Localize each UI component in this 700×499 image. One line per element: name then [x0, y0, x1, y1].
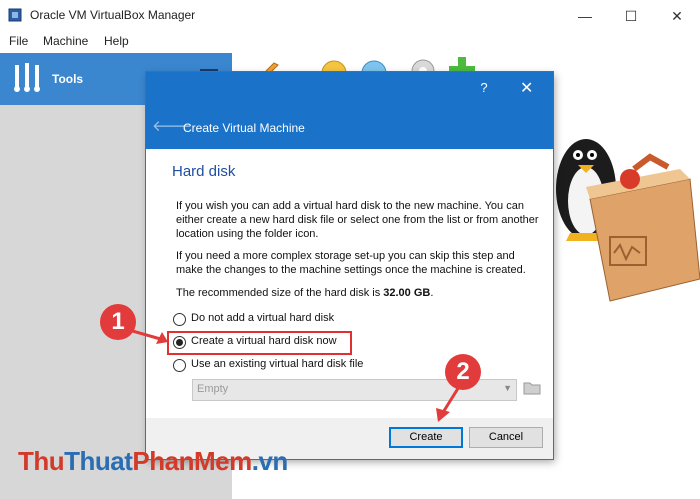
menu-bar: File Machine Help: [0, 32, 700, 52]
dialog-header: ? ✕ 🡐 Create Virtual Machine: [146, 72, 553, 149]
watermark-part-2: Thuat: [64, 446, 133, 476]
tools-label: Tools: [52, 72, 84, 86]
window-title: Oracle VM VirtualBox Manager: [30, 8, 196, 22]
description-paragraph-1: If you wish you can add a virtual hard d…: [176, 200, 539, 240]
folder-icon[interactable]: [523, 379, 541, 395]
maximize-button[interactable]: ☐: [608, 0, 654, 32]
radio-button[interactable]: [173, 359, 186, 372]
watermark-part-1: Thu: [18, 446, 65, 476]
tux-toolbox-illustration: [556, 139, 700, 302]
radio-label: Use an existing virtual hard disk file: [191, 358, 364, 370]
step-1-badge: 1: [100, 304, 136, 340]
select-value: Empty: [197, 383, 229, 395]
close-dialog-button[interactable]: ✕: [520, 78, 533, 98]
recommended-prefix: The recommended size of the hard disk is: [176, 287, 384, 299]
create-vm-dialog: ? ✕ 🡐 Create Virtual Machine Hard disk I…: [146, 72, 553, 459]
tools-icon: [14, 63, 40, 92]
section-title: Hard disk: [172, 163, 236, 180]
close-window-button[interactable]: ✕: [654, 0, 700, 32]
menu-machine[interactable]: Machine: [43, 34, 88, 48]
help-button[interactable]: ?: [476, 80, 492, 95]
description-paragraph-2: If you need a more complex storage set-u…: [176, 250, 526, 276]
chevron-down-icon: ▼: [503, 383, 512, 393]
dialog-body: Hard disk If you wish you can add a virt…: [146, 149, 553, 418]
watermark-part-4: .vn: [251, 446, 289, 476]
minimize-button[interactable]: —: [562, 0, 608, 32]
virtualbox-icon: [8, 8, 22, 22]
create-button[interactable]: Create: [389, 427, 463, 448]
step-2-badge: 2: [445, 354, 481, 390]
recommended-suffix: .: [430, 287, 434, 299]
watermark-part-3: PhanMem: [132, 446, 252, 476]
recommended-size-text: The recommended size of the hard disk is…: [176, 287, 433, 299]
cancel-button[interactable]: Cancel: [469, 427, 543, 448]
radio-label: Create a virtual hard disk now: [191, 335, 337, 347]
menu-file[interactable]: File: [9, 34, 28, 48]
site-watermark: ThuThuatPhanMem.vn: [18, 446, 288, 477]
dialog-title: Create Virtual Machine: [183, 121, 305, 135]
radio-label: Do not add a virtual hard disk: [191, 312, 335, 324]
recommended-size-value: 32.00 GB: [383, 287, 431, 299]
menu-help[interactable]: Help: [104, 34, 129, 48]
title-bar: Oracle VM VirtualBox Manager — ☐ ✕: [0, 0, 700, 32]
